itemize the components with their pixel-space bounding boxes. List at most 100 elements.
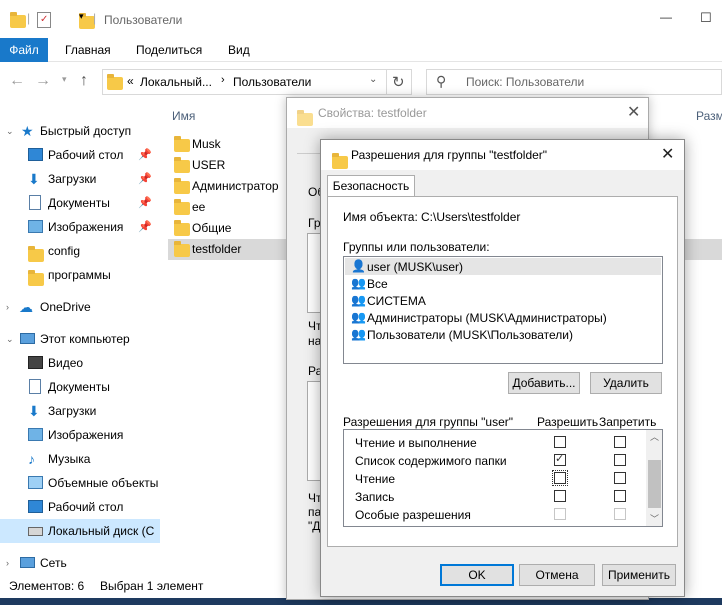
sidebar-item-documents[interactable]: Документы 📌: [0, 191, 160, 215]
sidebar-item-label: Локальный диск (C: [48, 524, 155, 538]
sidebar-item-network[interactable]: › Сеть: [0, 551, 160, 575]
sidebar-item-config[interactable]: config: [0, 239, 160, 263]
scrollbar[interactable]: ︿ ﹀: [646, 430, 662, 526]
folder-icon: [174, 157, 190, 173]
allow-column-header: Разрешить: [537, 415, 599, 429]
sidebar-item-desktop-pc[interactable]: Рабочий стол: [0, 495, 160, 519]
item-count: Элементов: 6: [9, 579, 85, 593]
chevron-right-icon[interactable]: ›: [6, 551, 9, 575]
deny-checkbox[interactable]: [614, 490, 626, 502]
users-group-icon: 👥: [351, 276, 366, 290]
selection-count: Выбран 1 элемент: [100, 579, 204, 593]
tab-home[interactable]: Главная: [65, 38, 111, 62]
sidebar-item-programs[interactable]: программы: [0, 263, 160, 287]
breadcrumb-item[interactable]: Пользователи: [233, 75, 311, 89]
video-icon: [28, 356, 43, 369]
sidebar-item-local-disk[interactable]: Локальный диск (C: [0, 519, 160, 543]
groups-listbox[interactable]: 👤 user (MUSK\user) 👥 Все 👥 СИСТЕМА 👥 Адм…: [343, 256, 663, 364]
tab-share[interactable]: Поделиться: [136, 38, 202, 62]
list-item-selected[interactable]: testfolder: [168, 239, 288, 260]
sidebar-item-3d-objects[interactable]: Объемные объекты: [0, 471, 160, 495]
list-item[interactable]: 👥 Пользователи (MUSK\Пользователи): [345, 326, 661, 343]
sidebar-item-music[interactable]: ♪ Музыка: [0, 447, 160, 471]
scroll-down-icon[interactable]: ﹀: [650, 512, 659, 525]
chevron-right-icon[interactable]: ›: [6, 295, 9, 319]
close-icon[interactable]: ✕: [661, 140, 674, 170]
list-item[interactable]: 👥 Все: [345, 275, 661, 292]
allow-checkbox: [554, 508, 566, 520]
chevron-down-icon[interactable]: ⌄: [6, 119, 14, 143]
quick-access-dropdown-icon[interactable]: ▾: [79, 11, 84, 22]
pin-icon[interactable]: 📌: [138, 143, 152, 167]
list-item[interactable]: ee: [168, 197, 286, 218]
column-header-size[interactable]: Разм: [696, 109, 722, 123]
deny-checkbox[interactable]: [614, 436, 626, 448]
sidebar-item-video[interactable]: Видео: [0, 351, 160, 375]
list-item-selected[interactable]: 👤 user (MUSK\user): [345, 258, 661, 275]
sidebar-item-desktop[interactable]: Рабочий стол 📌: [0, 143, 160, 167]
refresh-icon[interactable]: ↻: [392, 73, 405, 91]
sidebar-item-pictures[interactable]: Изображения 📌: [0, 215, 160, 239]
sidebar-item-onedrive[interactable]: › ☁ OneDrive: [0, 295, 160, 319]
address-bar[interactable]: « Локальный... › Пользователи ⌄ ↻: [102, 69, 412, 95]
cancel-button[interactable]: Отмена: [519, 564, 595, 586]
deny-checkbox[interactable]: [614, 472, 626, 484]
tab-file[interactable]: Файл: [0, 38, 48, 62]
back-arrow-icon[interactable]: ←: [9, 72, 25, 90]
sidebar-item-downloads[interactable]: ⬇ Загрузки 📌: [0, 167, 160, 191]
pin-icon[interactable]: 📌: [138, 215, 152, 239]
pin-icon[interactable]: 📌: [138, 191, 152, 215]
properties-icon[interactable]: ✓: [37, 12, 51, 28]
address-dropdown-icon[interactable]: ⌄: [369, 74, 377, 85]
list-item[interactable]: 👥 СИСТЕМА: [345, 292, 661, 309]
search-box[interactable]: ⚲ Поиск: Пользователи: [426, 69, 722, 95]
sidebar-item-this-pc[interactable]: ⌄ Этот компьютер: [0, 327, 160, 351]
remove-button[interactable]: Удалить: [590, 372, 662, 394]
tab-view[interactable]: Вид: [228, 38, 250, 62]
maximize-button[interactable]: ☐: [700, 10, 712, 26]
pictures-icon: [28, 428, 43, 441]
column-header-name[interactable]: Имя: [172, 109, 195, 123]
sidebar-item-downloads-pc[interactable]: ⬇ Загрузки: [0, 399, 160, 423]
dialog-title-bar: Разрешения для группы "testfolder" ✕: [321, 140, 684, 170]
window-title: Пользователи: [104, 13, 183, 27]
allow-checkbox[interactable]: [554, 490, 566, 502]
apply-button[interactable]: Применить: [602, 564, 676, 586]
add-button[interactable]: Добавить...: [508, 372, 580, 394]
allow-checkbox[interactable]: [552, 470, 568, 486]
sidebar-item-label: Загрузки: [48, 172, 97, 186]
minimize-button[interactable]: —: [660, 10, 672, 24]
chevron-right-icon[interactable]: ›: [221, 74, 225, 86]
permissions-label: Разрешения для группы "user": [343, 415, 514, 429]
recent-dropdown-icon[interactable]: ▾: [62, 74, 67, 85]
breadcrumb-overflow[interactable]: «: [127, 74, 134, 88]
sidebar-item-label: Загрузки: [48, 404, 97, 418]
object-name-value: C:\Users\testfolder: [421, 210, 521, 224]
sidebar-item-pictures-pc[interactable]: Изображения: [0, 423, 160, 447]
list-item[interactable]: Musk: [168, 134, 286, 155]
chevron-down-icon[interactable]: ⌄: [6, 327, 14, 351]
ok-button[interactable]: OK: [440, 564, 514, 586]
sidebar-item-quick-access[interactable]: ⌄ ★ Быстрый доступ: [0, 119, 160, 143]
list-item[interactable]: 👥 Администраторы (MUSK\Администраторы): [345, 309, 661, 326]
up-arrow-icon[interactable]: ↑: [80, 72, 88, 90]
breadcrumb-item[interactable]: Локальный...: [140, 75, 212, 89]
list-item[interactable]: Общие: [168, 218, 286, 239]
sidebar-item-label: Видео: [48, 356, 84, 370]
sidebar-item-documents-pc[interactable]: Документы: [0, 375, 160, 399]
sidebar-item-label: Рабочий стол: [48, 500, 124, 514]
forward-arrow-icon[interactable]: →: [35, 72, 51, 90]
list-item[interactable]: Администратор: [168, 176, 286, 197]
scroll-up-icon[interactable]: ︿: [650, 430, 659, 443]
deny-checkbox[interactable]: [614, 454, 626, 466]
scrollbar-thumb[interactable]: [648, 460, 661, 508]
allow-checkbox[interactable]: [554, 436, 566, 448]
allow-checkbox[interactable]: [554, 452, 566, 466]
list-item[interactable]: USER: [168, 155, 286, 176]
folder-icon: [107, 74, 123, 90]
sidebar-item-label: Документы: [48, 380, 110, 394]
close-icon[interactable]: ✕: [627, 98, 640, 128]
tab-security[interactable]: Безопасность: [327, 175, 415, 197]
pin-icon[interactable]: 📌: [138, 167, 152, 191]
permissions-listbox[interactable]: Чтение и выполнение Список содержимого п…: [343, 429, 663, 527]
